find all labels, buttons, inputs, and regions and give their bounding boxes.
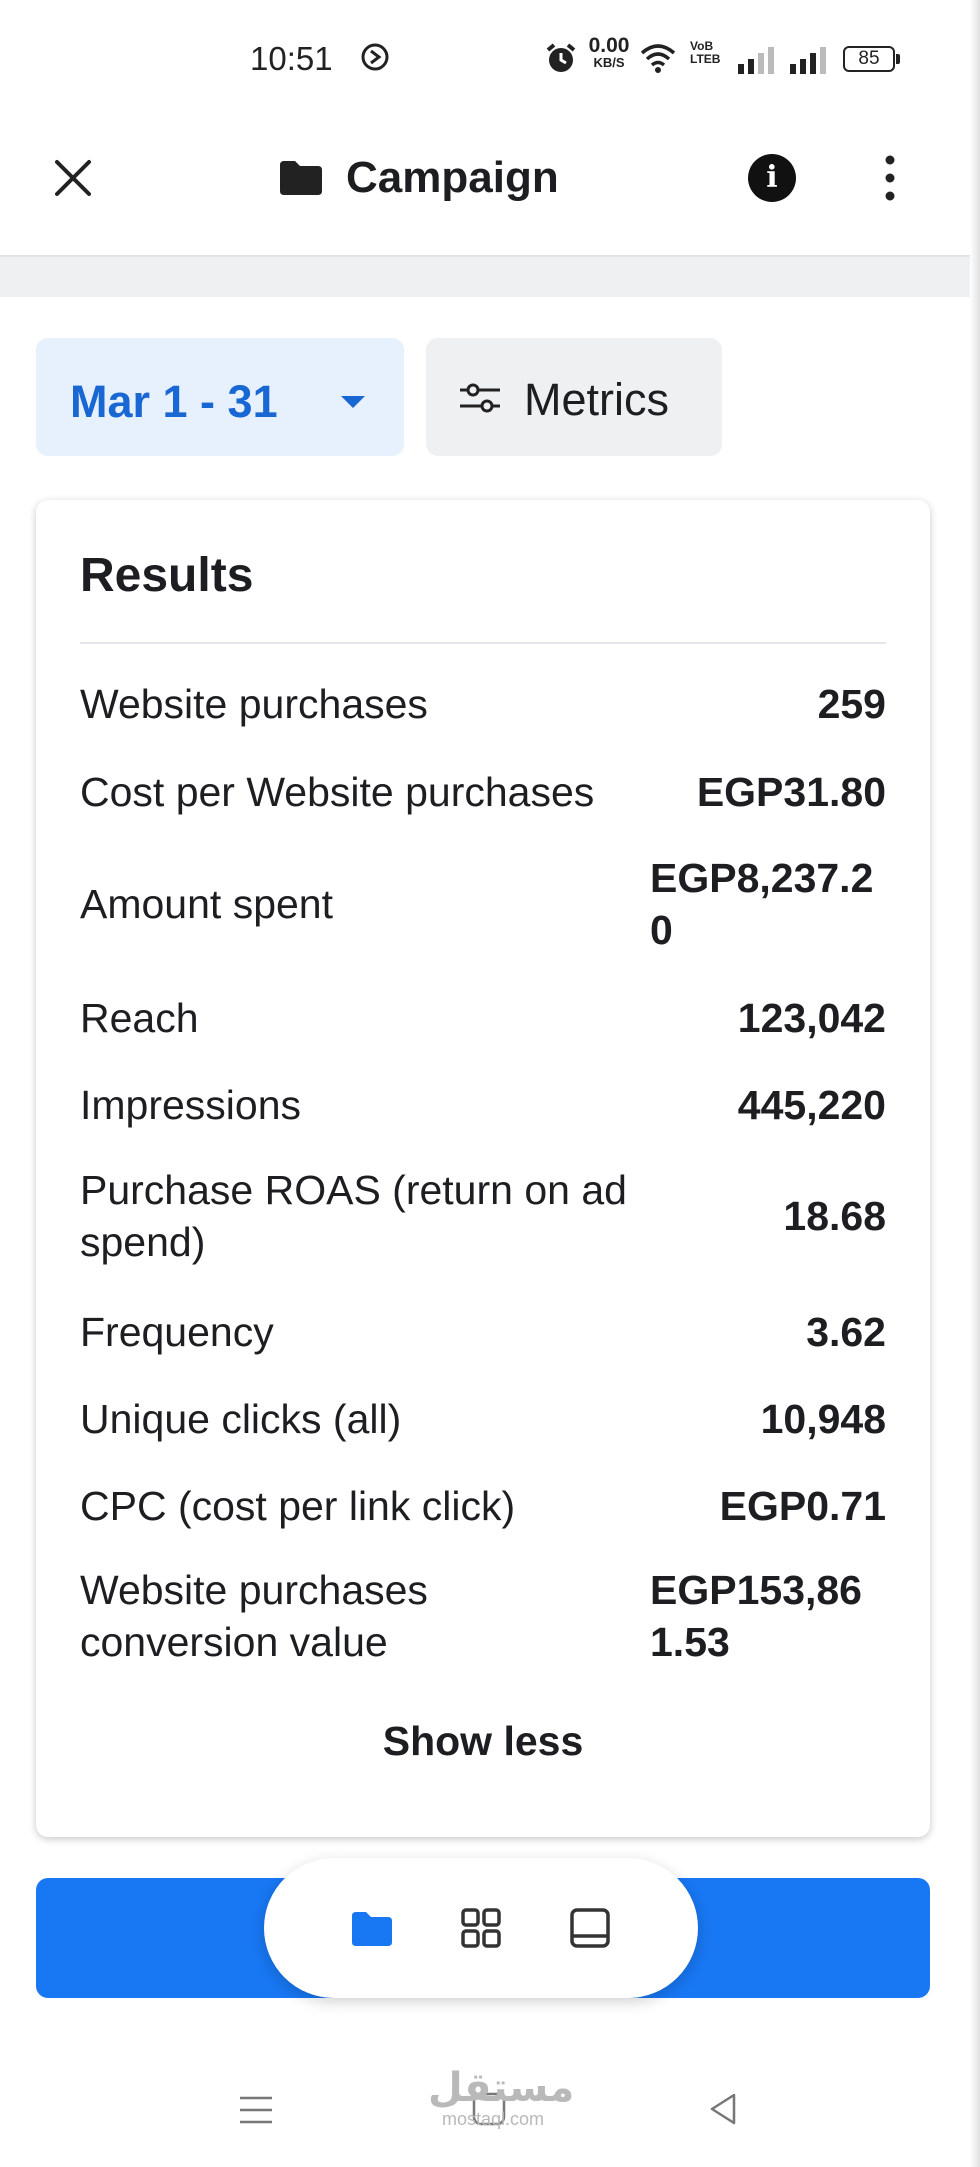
page-title-group: Campaign [278,148,559,208]
result-row-purchase-roas: Purchase ROAS (return on ad spend) 18.68 [80,1164,886,1268]
status-time: 10:51 [250,40,333,77]
folder-icon [280,161,322,195]
result-row-cpc: CPC (cost per link click) EGP0.71 [80,1480,886,1532]
status-bar: 10:51 0.00 KB/S VoB LTEB 85 [0,0,980,110]
battery-icon: 85 [843,46,900,72]
result-row-impressions: Impressions 445,220 [80,1079,886,1131]
alarm-icon [546,43,576,72]
signal-icon [790,47,826,74]
screen-edge-shadow [970,0,980,2167]
result-row-conversion-value: Website purchases conversion value EGP15… [80,1564,886,1668]
result-label: Website purchases [80,681,428,727]
info-icon[interactable]: i [748,154,796,202]
result-label: Purchase ROAS (return on ad spend) [80,1167,627,1265]
result-value: EGP153,861.53 [650,1567,862,1665]
bottom-nav-pill [264,1858,698,1998]
result-row-unique-clicks: Unique clicks (all) 10,948 [80,1393,886,1445]
result-label: Impressions [80,1082,302,1128]
close-icon[interactable] [52,157,94,199]
more-vertical-icon[interactable] [868,152,912,204]
result-label: Amount spent [80,881,333,927]
sliders-icon [460,383,500,413]
result-label: Frequency [80,1309,274,1355]
results-divider [80,642,886,644]
menu-icon[interactable] [236,2092,276,2128]
network-speed: 0.00 KB/S [588,34,630,70]
header-divider [0,255,970,297]
caret-down-icon [341,396,365,408]
ads-icon[interactable] [568,1906,612,1950]
result-label: Cost per Website purchases [80,769,595,815]
result-value: EGP31.80 [696,769,886,815]
result-label: Website purchases conversion value [80,1567,428,1665]
result-value: 259 [817,681,886,727]
watermark: مستقل mostaql.com [428,2065,575,2129]
result-value: EGP8,237.20 [650,855,874,953]
result-row-reach: Reach 123,042 [80,992,886,1044]
watermark-arabic: مستقل [428,2065,575,2111]
campaigns-folder-icon[interactable] [350,1906,394,1950]
result-row-cost-per-purchase: Cost per Website purchases EGP31.80 [80,766,886,818]
result-row-amount-spent: Amount spent EGP8,237.20 [80,852,886,956]
grid-icon[interactable] [459,1906,503,1950]
result-value: 18.68 [783,1193,886,1239]
watermark-latin: mostaql.com [441,2109,545,2129]
results-card: Results Website purchases 259 Cost per W… [36,500,930,1837]
result-row-frequency: Frequency 3.62 [80,1306,886,1358]
date-range-label: Mar 1 - 31 [70,376,278,427]
do-not-disturb-icon [361,43,389,71]
metrics-label: Metrics [524,374,669,425]
metrics-button[interactable]: Metrics [426,338,722,456]
signal-icon [738,47,774,74]
volte-indicator: VoB LTEB [690,39,721,66]
wifi-icon [640,44,676,73]
result-value: EGP0.71 [719,1483,886,1529]
result-value: 123,042 [737,995,886,1041]
result-label: CPC (cost per link click) [80,1483,516,1529]
result-row-website-purchases: Website purchases 259 [80,678,886,730]
result-value: 445,220 [737,1082,886,1128]
result-label: Unique clicks (all) [80,1396,402,1442]
date-range-button[interactable]: Mar 1 - 31 [36,338,404,456]
result-label: Reach [80,995,199,1041]
show-less-button[interactable]: Show less [36,1718,930,1765]
results-title: Results [80,549,254,602]
result-value: 10,948 [760,1396,886,1442]
back-icon[interactable] [706,2090,740,2128]
page-title: Campaign [346,153,559,202]
result-value: 3.62 [806,1309,886,1355]
